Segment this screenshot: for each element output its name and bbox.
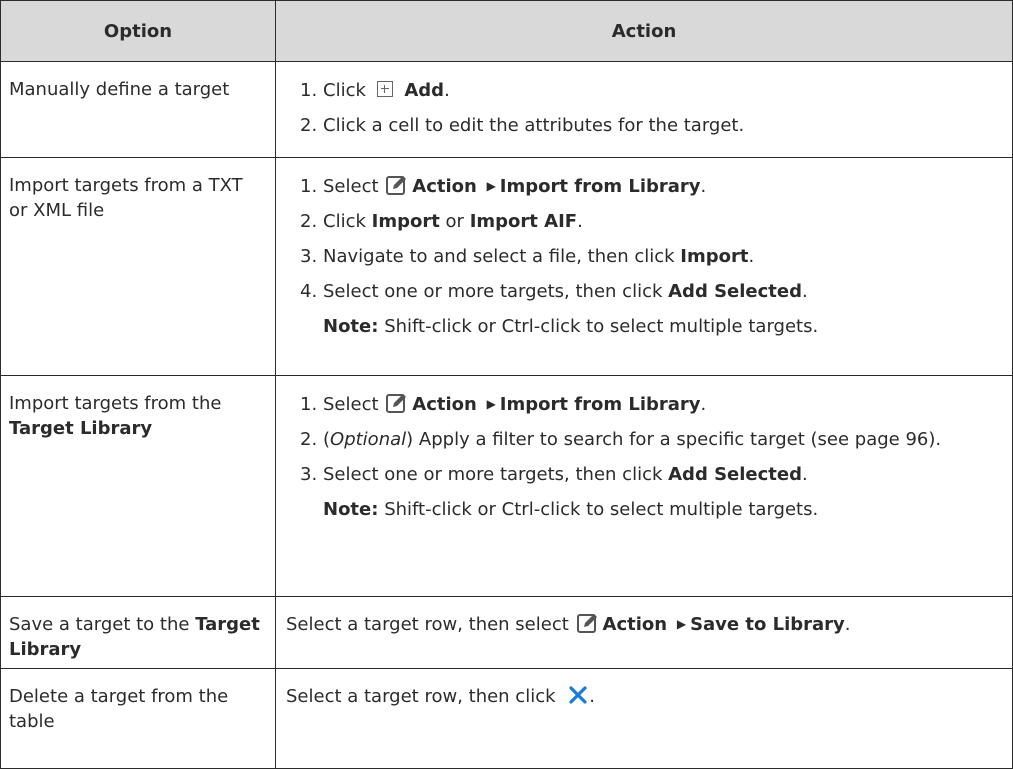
note: Note: Shift-click or Ctrl-click to selec…: [286, 497, 1000, 522]
step-number: 1.: [300, 394, 318, 415]
step-item: 2. Click Import or Import AIF.: [300, 209, 1000, 234]
note-label: Note:: [323, 499, 379, 520]
step-suffix: .: [802, 464, 808, 485]
step-text: Apply a filter to search for a specific …: [418, 429, 942, 450]
edit-icon: [576, 612, 599, 634]
import-label: Import: [371, 211, 440, 232]
action-suffix: .: [844, 614, 851, 635]
step-text: Click: [323, 80, 366, 101]
action-menu-label: Action: [412, 394, 477, 415]
add-icon: [376, 81, 393, 97]
arrow-right-icon: ▶: [676, 617, 687, 631]
steps-list: 1. Click Add. 2. Click a cell to edit th…: [286, 78, 1000, 138]
option-cell: Import targets from a TXT or XML file: [0, 157, 276, 376]
menu-item-label: Import from Library: [499, 176, 701, 197]
edit-icon: [386, 392, 408, 414]
header-option: Option: [0, 0, 276, 62]
arrow-right-icon: ▶: [486, 179, 496, 193]
option-cell: Delete a target from the table: [0, 668, 276, 769]
step-suffix: .: [700, 394, 707, 415]
action-suffix: .: [589, 686, 595, 707]
table-row: Manually define a target 1. Click Add. 2…: [0, 61, 1013, 158]
add-label: Add: [404, 80, 445, 101]
action-cell: Select a target row, then select Action …: [275, 596, 1013, 669]
step-item: 3. Select one or more targets, then clic…: [300, 462, 1000, 487]
option-text: Delete a target from the table: [9, 686, 229, 732]
option-text: Save a target to the Target Library: [1, 597, 275, 662]
menu-item-label: Save to Library: [690, 614, 845, 635]
options-table: Option Action Manually define a target 1…: [0, 0, 1013, 769]
menu-item-label: Import from Library: [499, 394, 701, 415]
option-text: Manually define a target: [9, 79, 230, 100]
step-text: Select one or more targets, then click: [323, 281, 663, 302]
paren-close: ): [406, 429, 414, 450]
add-selected-label: Add Selected: [668, 464, 803, 485]
option-text-plain: Save a target to the: [9, 614, 190, 635]
close-icon: [567, 684, 589, 706]
step-number: 2.: [300, 211, 318, 232]
header-action: Action: [275, 0, 1013, 62]
step-number: 4.: [300, 281, 318, 302]
step-number: 1.: [300, 80, 318, 101]
step-suffix: .: [748, 246, 755, 267]
step-text: Click: [323, 211, 366, 232]
step-text: Select: [323, 394, 379, 415]
step-suffix: .: [444, 80, 450, 101]
step-number: 3.: [300, 246, 318, 267]
action-cell: 1. Select Action ▶ Import from Library. 2…: [275, 157, 1013, 376]
step-text: Navigate to and select a file, then clic…: [323, 246, 675, 267]
add-selected-label: Add Selected: [668, 281, 803, 302]
step-number: 2.: [300, 429, 318, 450]
paren-open: (: [323, 429, 331, 450]
step-item: 1. Select Action ▶ Import from Library.: [300, 174, 1000, 199]
option-text: Import targets from a TXT or XML file: [9, 175, 243, 221]
step-item: 3. Navigate to and select a file, then c…: [300, 244, 1000, 269]
step-text: Select: [323, 176, 379, 197]
step-suffix: .: [802, 281, 808, 302]
option-text-plain: Import targets from the: [9, 393, 222, 414]
steps-list: 1. Select Action ▶ Import from Library. 2…: [286, 174, 1000, 304]
action-cell: 1. Select Action ▶ Import from Library. 2…: [275, 375, 1013, 597]
step-item: 2. (Optional) Apply a filter to search f…: [300, 427, 1000, 452]
step-number: 3.: [300, 464, 318, 485]
action-cell: Select a target row, then click .: [275, 668, 1013, 769]
import-aif-label: Import AIF: [469, 211, 578, 232]
target-library-label: Target Library: [9, 418, 153, 439]
step-text: Select one or more targets, then click: [323, 464, 663, 485]
option-cell: Import targets from the Target Library: [0, 375, 276, 597]
step-suffix: .: [700, 176, 707, 197]
optional-label: Optional: [330, 429, 407, 450]
arrow-right-icon: ▶: [486, 397, 496, 411]
step-number: 1.: [300, 176, 318, 197]
note-text: Shift-click or Ctrl-click to select mult…: [384, 316, 819, 337]
step-item: 1. Select Action ▶ Import from Library.: [300, 392, 1000, 417]
step-suffix: .: [577, 211, 583, 232]
step-number: 2.: [300, 115, 318, 136]
option-cell: Save a target to the Target Library: [0, 596, 276, 669]
steps-list: 1. Select Action ▶ Import from Library. 2…: [286, 392, 1000, 487]
table-row: Import targets from the Target Library 1…: [0, 375, 1013, 597]
action-menu-label: Action: [412, 176, 477, 197]
step-text: Click a cell to edit the attributes for …: [323, 115, 745, 136]
step-item: 1. Click Add.: [300, 78, 1000, 103]
edit-icon: [386, 174, 408, 196]
note: Note: Shift-click or Ctrl-click to selec…: [286, 314, 1000, 339]
step-text: or: [445, 211, 464, 232]
action-menu-label: Action: [602, 614, 668, 635]
table-row: Save a target to the Target Library Sele…: [0, 596, 1013, 669]
option-cell: Manually define a target: [0, 61, 276, 158]
header-row: Option Action: [0, 0, 1013, 62]
option-text: Import targets from the Target Library: [1, 376, 275, 441]
step-item: 2. Click a cell to edit the attributes f…: [300, 113, 1000, 138]
action-cell: 1. Click Add. 2. Click a cell to edit th…: [275, 61, 1013, 158]
step-item: 4. Select one or more targets, then clic…: [300, 279, 1000, 304]
table-row: Import targets from a TXT or XML file 1.…: [0, 157, 1013, 376]
note-label: Note:: [323, 316, 379, 337]
note-text: Shift-click or Ctrl-click to select mult…: [384, 499, 819, 520]
action-text: Select a target row, then select: [286, 614, 569, 635]
import-label: Import: [680, 246, 749, 267]
action-text: Select a target row, then click: [286, 686, 556, 707]
table-row: Delete a target from the table Select a …: [0, 668, 1013, 769]
